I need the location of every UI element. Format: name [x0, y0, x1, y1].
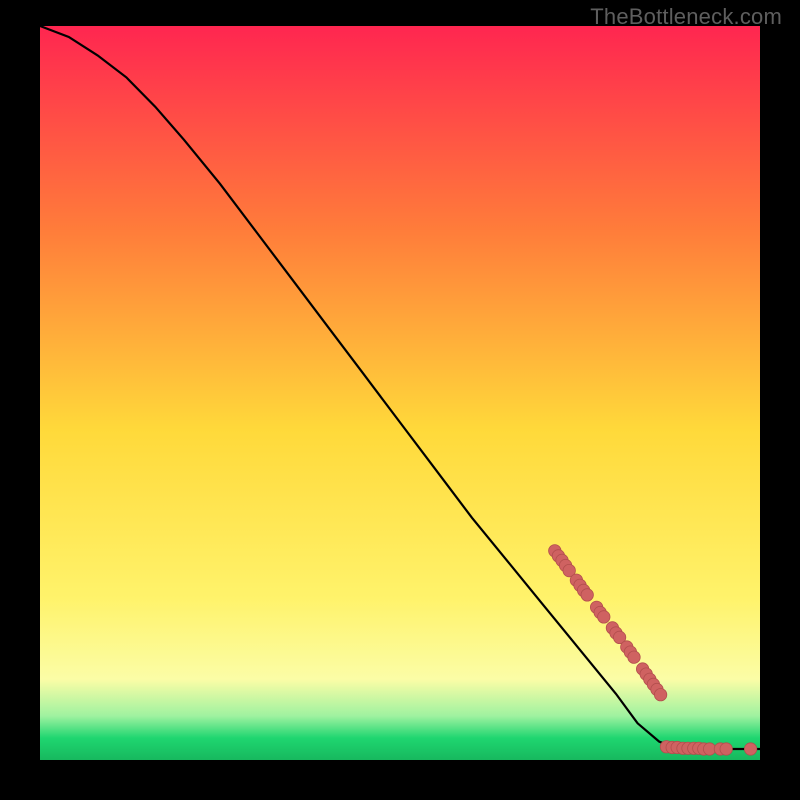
gradient-background [40, 26, 760, 760]
data-marker [744, 743, 756, 755]
plot-svg [40, 26, 760, 760]
data-marker [598, 611, 610, 623]
data-marker [628, 651, 640, 663]
data-marker [581, 589, 593, 601]
plot-area [40, 26, 760, 760]
data-marker [720, 743, 732, 755]
data-marker [654, 689, 666, 701]
chart-stage: TheBottleneck.com [0, 0, 800, 800]
